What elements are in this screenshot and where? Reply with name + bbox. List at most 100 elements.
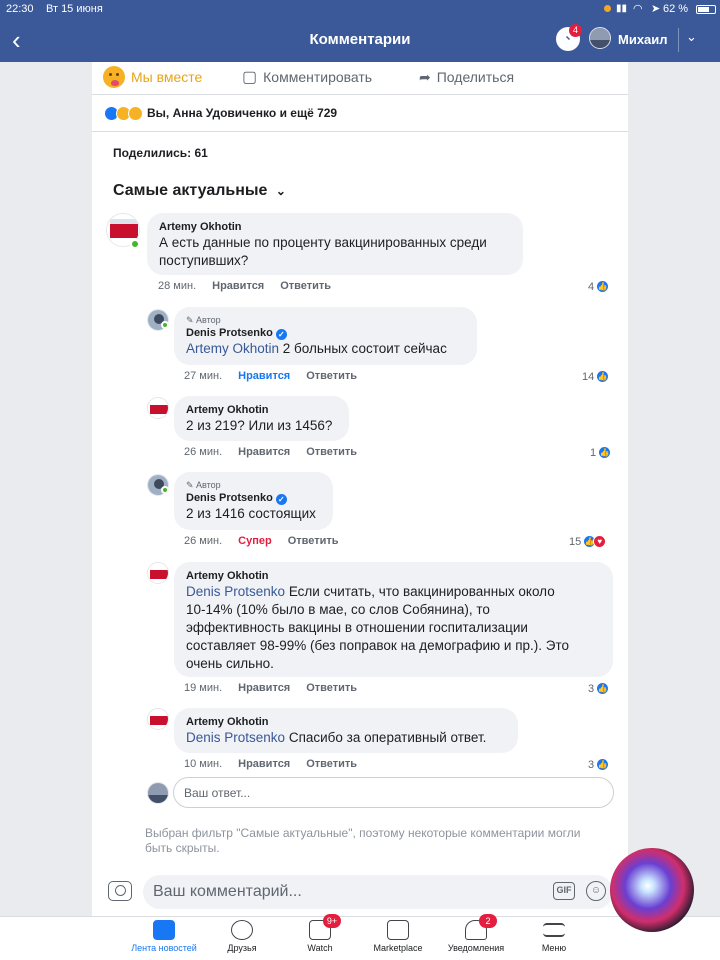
comment-bubble[interactable]: Artemy Okhotin 2 из 219? Или из 1456? [174,396,349,441]
emoji-icon[interactable]: ☺ [586,881,606,901]
comment-text: Denis Protsenko Спасибо за оперативный о… [186,729,506,747]
reply-button[interactable]: Ответить [306,446,357,458]
reaction-count-value: 3 [588,682,595,695]
comment-time[interactable]: 19 мин. [184,682,222,694]
like-button[interactable]: Нравится [238,446,290,458]
author-badge: ✎ Автор [186,314,465,326]
user-avatar[interactable] [589,27,611,49]
comment-time[interactable]: 28 мин. [158,280,196,292]
online-indicator [161,486,169,494]
comment-label: Комментировать [263,69,373,85]
comment-text-line: 10-14% (10% было в мае, со слов Собянина… [186,602,490,617]
reply-button[interactable]: Ответить [306,758,357,770]
tab-label: Меню [541,943,567,953]
mention-link[interactable]: Artemy Okhotin [186,341,279,356]
signal-icon: ▮▮ [616,3,628,14]
page-title: Комментарии [309,31,411,48]
comment-text-line: Если считать, что вакцинированных около [285,584,555,599]
comment-text: 2 из 219? Или из 1456? [186,418,333,433]
tab-news-feed[interactable]: Лента новостей [119,920,209,953]
tab-notifications[interactable]: 2 Уведомления [431,914,521,953]
user-avatar [147,782,169,804]
comment-filter[interactable]: Самые актуальные ⌄ [113,182,286,200]
shares-count[interactable]: Поделились: 61 [113,146,208,160]
comment-bubble[interactable]: ✎ Автор Denis Protsenko ✓ 2 из 1416 состо… [174,472,333,530]
mention-link[interactable]: Denis Protsenko [186,730,285,745]
tab-marketplace[interactable]: Marketplace [353,920,443,953]
comment-author[interactable]: Denis Protsenko [186,327,273,339]
reaction-count-value: 3 [588,758,595,771]
filter-label: Самые актуальные [113,182,268,199]
reaction-count-value: 1 [590,446,597,459]
siri-orb-icon[interactable] [610,848,694,932]
tab-menu[interactable]: Меню [509,920,599,953]
reply-button[interactable]: Ответить [306,682,357,694]
share-button[interactable]: ➦ Поделиться [419,67,514,87]
watch-icon: 9+ [309,914,341,940]
care-reaction-icon [128,105,143,121]
user-name[interactable]: Михаил [618,32,668,47]
reaction-count[interactable]: 14 👍 [582,370,610,383]
comment-bubble[interactable]: Artemy Okhotin Denis Protsenko Спасибо з… [174,708,518,753]
divider [92,94,628,95]
reply-button[interactable]: Ответить [306,370,357,382]
comment-author[interactable]: Artemy Okhotin [186,715,506,729]
comment-button[interactable]: ▢ Комментировать [242,67,372,87]
reaction-count[interactable]: 15 👍 ♥ [569,535,607,548]
comment-author[interactable]: Artemy Okhotin [186,569,601,583]
like-button[interactable]: Супер [238,535,272,547]
care-reaction-icon [103,66,125,88]
react-button[interactable]: Мы вместе [103,66,202,88]
avatar[interactable] [147,397,169,419]
pencil-icon: ✎ [186,315,197,325]
comment-bubble[interactable]: Artemy Okhotin А есть данные по проценту… [147,213,523,275]
comment-author[interactable]: Denis Protsenko [186,492,273,504]
battery-percent: 62 % [663,3,689,15]
reaction-count[interactable]: 3 👍 [588,682,610,695]
camera-icon[interactable] [108,881,132,901]
like-button[interactable]: Нравится [238,682,290,694]
tab-watch[interactable]: 9+ Watch [275,914,365,953]
comment-bubble[interactable]: ✎ Автор Denis Protsenko ✓ Artemy Okhotin … [174,307,477,365]
mention-link[interactable]: Denis Protsenko [186,584,285,599]
like-button[interactable]: Нравится [238,370,290,382]
wifi-icon: ◠ [633,3,643,15]
comment-time[interactable]: 10 мин. [184,758,222,770]
reaction-count-value: 15 [569,535,582,548]
tab-friends[interactable]: Друзья [197,920,287,953]
reaction-count[interactable]: 3 👍 [588,758,610,771]
avatar[interactable] [147,708,169,730]
comment-actions: 10 мин. Нравится Ответить [184,758,357,770]
reaction-count[interactable]: 4 👍 [588,280,610,293]
reply-button[interactable]: Ответить [288,535,339,547]
comment-author[interactable]: Artemy Okhotin [186,403,337,417]
reply-input[interactable]: Ваш ответ... [173,777,614,808]
comment-time[interactable]: 27 мин. [184,370,222,382]
comment-text: А есть данные по проценту вакцинированны… [159,235,487,268]
like-icon: 👍 [596,682,610,695]
chevron-down-icon[interactable]: ⌄ [686,29,697,45]
gif-button[interactable]: GIF [553,882,575,900]
comment-bubble[interactable]: Artemy Okhotin Denis Protsenko Если счит… [174,562,613,677]
like-button[interactable]: Нравится [238,758,290,770]
like-button[interactable]: Нравится [212,280,264,292]
reaction-count-value: 14 [582,370,595,383]
reaction-count[interactable]: 1 👍 [590,446,612,459]
comment-input[interactable]: Ваш комментарий... [143,875,613,909]
friends-icon [231,920,253,940]
tab-label: Друзья [227,943,257,953]
like-icon: 👍 [596,370,610,383]
comment-time[interactable]: 26 мин. [184,446,222,458]
reply-button[interactable]: Ответить [280,280,331,292]
comment-author[interactable]: Artemy Okhotin [159,220,511,234]
avatar[interactable] [147,562,169,584]
reactions-summary[interactable]: Вы, Анна Удовиченко и ещё 729 [104,104,337,122]
share-icon: ➦ [419,68,431,85]
status-bar: 22:30 Вт 15 июня ▮▮ ◠ ➤ 62 % [0,0,720,20]
verified-icon: ✓ [275,494,287,505]
comment-actions: 28 мин. Нравится Ответить [158,280,331,292]
author-badge: ✎ Автор [186,479,321,491]
tab-badge: 9+ [323,914,341,928]
comment-time[interactable]: 26 мин. [184,535,222,547]
like-icon: 👍 [596,280,610,293]
